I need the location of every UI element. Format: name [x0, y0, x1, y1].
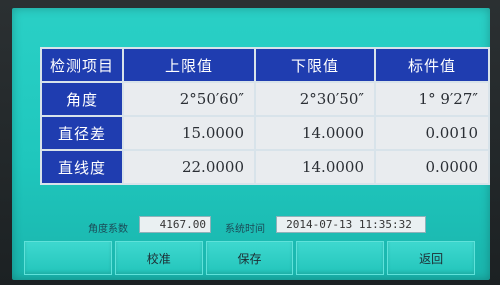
function-button-1[interactable] — [24, 241, 112, 275]
row-label-straightness: 直线度 — [42, 151, 122, 183]
measurement-table: 检测项目 上限值 下限值 标件值 角度 2°50′60″ 2°30′50″ 1°… — [40, 47, 490, 185]
angle-standard-value[interactable]: 1° 9′27″ — [376, 83, 488, 115]
calibrate-button[interactable]: 校准 — [114, 241, 203, 275]
angle-lower-value[interactable]: 2°30′50″ — [256, 83, 374, 115]
function-button-4[interactable] — [296, 241, 385, 275]
straightness-upper-value[interactable]: 22.0000 — [124, 151, 254, 183]
header-upper: 上限值 — [124, 49, 254, 81]
straightness-standard-value[interactable]: 0.0000 — [376, 151, 488, 183]
diameter-diff-lower-value[interactable]: 14.0000 — [256, 117, 374, 149]
diameter-diff-upper-value[interactable]: 15.0000 — [124, 117, 254, 149]
header-lower: 下限值 — [256, 49, 374, 81]
system-time-field: 2014-07-13 11:35:32 — [276, 216, 426, 233]
row-label-angle: 角度 — [42, 83, 122, 115]
angle-coefficient-label: 角度系数 — [88, 224, 128, 235]
back-button[interactable]: 返回 — [387, 241, 475, 275]
angle-coefficient-field[interactable]: 4167.00 — [139, 216, 211, 233]
diameter-diff-standard-value[interactable]: 0.0010 — [376, 117, 488, 149]
system-time-label: 系统时间 — [225, 224, 265, 235]
straightness-lower-value[interactable]: 14.0000 — [256, 151, 374, 183]
row-label-diameter-diff: 直径差 — [42, 117, 122, 149]
header-item: 检测项目 — [42, 49, 122, 81]
header-standard: 标件值 — [376, 49, 488, 81]
function-button-bar: 校准 保存 返回 — [24, 241, 475, 275]
angle-upper-value[interactable]: 2°50′60″ — [124, 83, 254, 115]
save-button[interactable]: 保存 — [205, 241, 294, 275]
